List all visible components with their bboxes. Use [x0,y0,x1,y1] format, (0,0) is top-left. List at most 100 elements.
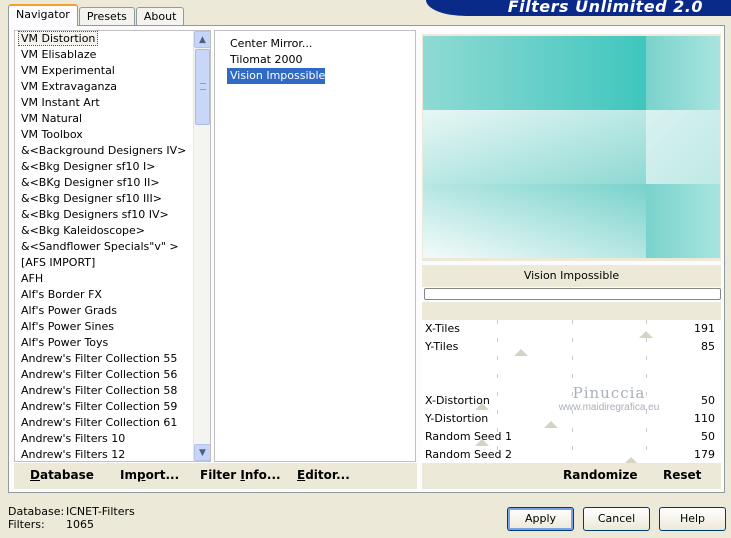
slider-tick [646,356,648,360]
tab-about[interactable]: About [135,7,185,26]
category-item[interactable]: VM Toolbox [15,127,195,143]
category-item[interactable]: VM Experimental [15,63,195,79]
category-item[interactable]: AFH [15,271,195,287]
category-item[interactable]: Andrew's Filter Collection 61 [15,415,195,431]
slider-tick [646,374,648,378]
chevron-down-icon: ▼ [199,447,206,458]
category-item[interactable]: VM Elisablaze [15,47,195,63]
category-item-label: Andrew's Filter Collection 61 [21,416,178,429]
slider-thumb[interactable] [543,421,558,428]
category-item[interactable]: VM Natural [15,111,195,127]
scroll-thumb[interactable] [195,49,210,125]
param-label: Y-Tiles [425,340,459,353]
category-item[interactable]: &<BKg Designer sf10 II> [15,175,195,191]
category-item[interactable]: &<Bkg Kaleidoscope> [15,223,195,239]
category-item[interactable]: &<Sandflower Specials"v" > [15,239,195,255]
slider-tick [571,338,573,342]
slider-tick [496,320,498,324]
editor-button[interactable]: Editor... [297,468,350,482]
list-button-row: Database Import... Filter Info... Editor… [14,463,417,489]
category-list[interactable]: VM Distortion VM Elisablaze VM Experimenta… [14,30,211,462]
filter-item[interactable]: Center Mirror... [227,36,325,52]
filters-count: 1065 [66,518,94,531]
slider-thumb[interactable] [639,331,654,338]
category-item-label: &<Sandflower Specials"v" > [21,240,179,253]
filter-item[interactable]: Tilomat 2000 [227,52,325,68]
param-empty-row [422,356,721,374]
help-button[interactable]: Help [659,507,726,531]
category-item-label: Andrew's Filter Collection 56 [21,368,178,381]
brand-title: Filters Unlimited 2.0 [507,0,703,16]
category-item-label: VM Instant Art [21,96,100,109]
slider-tick [571,374,573,378]
filter-info-button[interactable]: Filter Info... [200,468,281,482]
category-item-label: &<Bkg Kaleidoscope> [21,224,146,237]
randomize-button[interactable]: Randomize [563,468,637,482]
param-slider[interactable]: Y-Tiles 85 [422,338,721,356]
filter-list[interactable]: Center Mirror... Tilomat 2000 Vision Impos… [214,30,416,462]
category-item-label: &<Background Designers IV> [21,144,187,157]
param-value: 191 [694,322,715,335]
category-item[interactable]: Alf's Power Grads [15,303,195,319]
slider-track [422,338,721,356]
param-label: Y-Distortion [425,412,489,425]
import-button[interactable]: Import... [120,468,179,482]
category-item[interactable]: Alf's Power Sines [15,319,195,335]
param-value: 50 [701,394,715,407]
reset-button[interactable]: Reset [663,468,701,482]
category-item[interactable]: &<Bkg Designers sf10 IV> [15,207,195,223]
slider-thumb[interactable] [513,349,528,356]
tab-presets[interactable]: Presets [78,7,135,26]
category-item-label: VM Distortion [18,31,99,46]
slider-tick [496,356,498,360]
category-item[interactable]: &<Bkg Designer sf10 I> [15,159,195,175]
apply-button[interactable]: Apply [507,507,574,531]
slider-tick [571,356,573,360]
scroll-down-button[interactable]: ▼ [194,444,210,461]
database-button[interactable]: Database [30,468,94,482]
category-item[interactable]: VM Distortion [15,31,195,47]
param-label: Random Seed 2 [425,448,513,461]
category-item[interactable]: &<Bkg Designer sf10 III> [15,191,195,207]
progress-bar [424,288,721,300]
category-item-label: AFH [21,272,44,285]
slider-tick [496,374,498,378]
category-item[interactable]: Alf's Power Toys [15,335,195,351]
param-value: 50 [701,430,715,443]
category-item[interactable]: Andrew's Filters 10 [15,431,195,447]
category-item-label: &<BKg Designer sf10 II> [21,176,160,189]
slider-tick [571,446,573,450]
param-empty-row [422,374,721,392]
param-slider[interactable]: X-Tiles 191 [422,320,721,338]
category-item-label: &<Bkg Designer sf10 I> [21,160,156,173]
slider-tick [571,392,573,396]
category-item[interactable]: VM Instant Art [15,95,195,111]
preview-frame [422,34,721,261]
cancel-button[interactable]: Cancel [583,507,650,531]
category-item[interactable]: Andrew's Filter Collection 56 [15,367,195,383]
slider-tick [646,428,648,432]
category-item[interactable]: [AFS IMPORT] [15,255,195,271]
param-slider[interactable]: Random Seed 2 179 [422,446,721,464]
slider-tick [646,338,648,342]
category-item[interactable]: Andrew's Filter Collection 58 [15,383,195,399]
param-label: X-Distortion [425,394,490,407]
slider-tick [496,410,498,414]
slider-tick [571,428,573,432]
param-slider[interactable]: Y-Distortion 110 [422,410,721,428]
scroll-up-button[interactable]: ▲ [194,31,210,48]
category-item[interactable]: &<Background Designers IV> [15,143,195,159]
chevron-up-icon: ▲ [199,34,206,45]
category-item[interactable]: Andrew's Filters 12 [15,447,195,461]
category-item[interactable]: VM Extravaganza [15,79,195,95]
param-slider[interactable]: Random Seed 1 50 [422,428,721,446]
filter-item[interactable]: Vision Impossible [227,68,326,84]
slider-tick [646,392,648,396]
category-item[interactable]: Alf's Border FX [15,287,195,303]
tab-navigator[interactable]: Navigator [8,4,78,26]
category-item[interactable]: Andrew's Filter Collection 55 [15,351,195,367]
category-scrollbar[interactable]: ▲ ▼ [193,31,210,461]
category-item[interactable]: Andrew's Filter Collection 59 [15,399,195,415]
param-slider[interactable]: X-Distortion 50 [422,392,721,410]
slider-track [422,356,721,374]
